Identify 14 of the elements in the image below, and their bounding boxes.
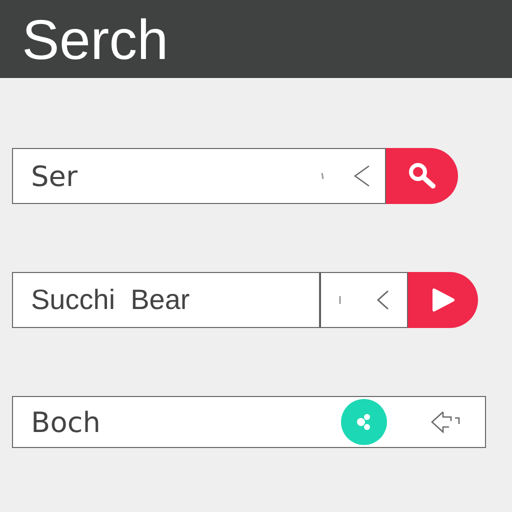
search-field[interactable]: Succhi Bear bbox=[12, 272, 320, 328]
cursor-icon bbox=[321, 172, 325, 180]
search-field[interactable]: Boch bbox=[12, 396, 486, 448]
search-field[interactable]: Ser bbox=[12, 148, 386, 204]
play-button[interactable] bbox=[408, 272, 478, 328]
field-value: Boch bbox=[31, 406, 102, 438]
back-chevron-icon[interactable] bbox=[376, 289, 390, 311]
search-button[interactable] bbox=[386, 148, 458, 204]
search-icon bbox=[407, 161, 437, 191]
header-title: Serch bbox=[22, 6, 168, 72]
field-value: Succhi Bear bbox=[31, 284, 191, 316]
cursor-icon bbox=[338, 295, 342, 305]
field-value: Ser bbox=[31, 160, 79, 192]
back-chevron-icon[interactable] bbox=[353, 164, 371, 188]
